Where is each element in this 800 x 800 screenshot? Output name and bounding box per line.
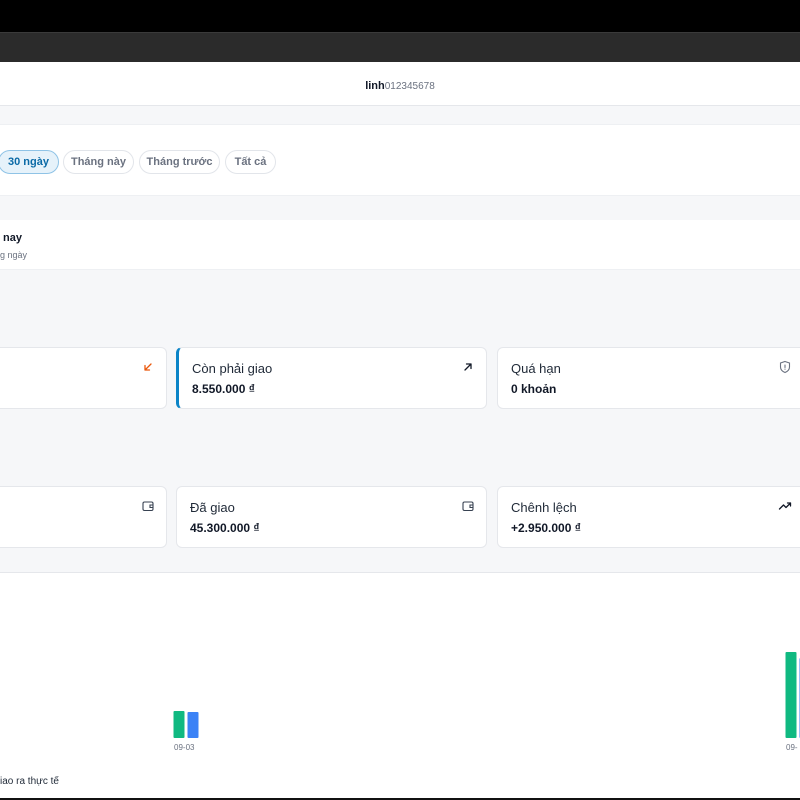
filter-all[interactable]: Tất cả bbox=[225, 150, 276, 174]
trending-up-icon bbox=[778, 502, 792, 510]
card-label: Chênh lệch bbox=[511, 500, 577, 515]
filter-last-month[interactable]: Tháng trước bbox=[139, 150, 220, 174]
chart-panel: 09-03 09- iao ra thực tế bbox=[0, 572, 800, 798]
card-overdue[interactable]: Quá hạn 0 khoản bbox=[497, 347, 800, 409]
card-received[interactable] bbox=[0, 347, 167, 409]
section-heading: nay bbox=[3, 232, 22, 244]
section-header: nay g ngày bbox=[0, 220, 800, 270]
bar-09-03-series-0[interactable] bbox=[173, 711, 185, 738]
bar-09-03-series-1[interactable] bbox=[187, 712, 199, 738]
browser-toolbar bbox=[0, 32, 800, 62]
section-subtitle: g ngày bbox=[0, 250, 28, 260]
filter-30-days[interactable]: 30 ngày bbox=[0, 150, 59, 174]
arrow-down-left-icon bbox=[144, 363, 152, 371]
x-tick-label: 09-03 bbox=[174, 743, 195, 752]
app-viewport: linh012345678 30 ngày Tháng này Tháng tr… bbox=[0, 62, 800, 798]
card-label: Quá hạn bbox=[511, 361, 561, 376]
card-label: Còn phải giao bbox=[192, 361, 273, 376]
card-value: 45.300.000 ₫ bbox=[190, 521, 260, 535]
x-tick-label: 09- bbox=[786, 743, 798, 752]
app-header: linh012345678 bbox=[0, 62, 800, 106]
card-difference[interactable]: Chênh lệch +2.950.000 ₫ bbox=[497, 486, 800, 548]
shield-icon bbox=[779, 360, 791, 374]
user-phone: 012345678 bbox=[384, 81, 435, 92]
wallet-icon bbox=[142, 501, 154, 512]
filter-this-month[interactable]: Tháng này bbox=[63, 150, 134, 174]
chart-legend-text: iao ra thực tế bbox=[0, 776, 59, 787]
user-name[interactable]: linh bbox=[365, 80, 385, 92]
card-delivered[interactable]: Đã giao 45.300.000 ₫ bbox=[176, 486, 487, 548]
card-value: 0 khoản bbox=[511, 382, 557, 396]
screen-top-bar bbox=[0, 0, 800, 32]
card-remaining-to-deliver[interactable]: Còn phải giao 8.550.000 ₫ bbox=[176, 347, 487, 409]
bar-09--series-0[interactable] bbox=[785, 652, 797, 738]
card-label: Đã giao bbox=[190, 500, 235, 515]
card-value: 8.550.000 ₫ bbox=[192, 382, 255, 396]
date-filter-bar: 30 ngày Tháng này Tháng trước Tất cả bbox=[0, 124, 800, 196]
bar-chart bbox=[173, 652, 800, 738]
arrow-up-right-icon bbox=[464, 363, 472, 371]
wallet-icon bbox=[462, 501, 474, 512]
card-value: +2.950.000 ₫ bbox=[511, 521, 581, 535]
card-paid[interactable] bbox=[0, 486, 167, 548]
